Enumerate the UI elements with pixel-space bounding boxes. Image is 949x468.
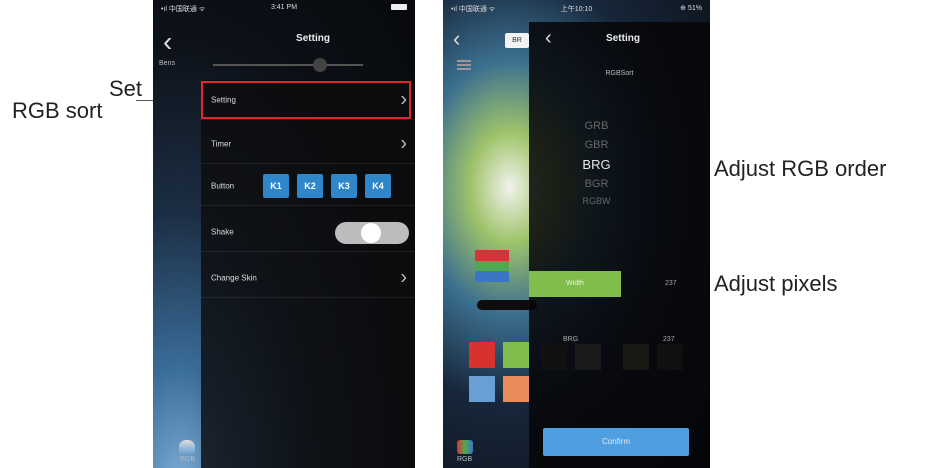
annotation-set: Set [108, 76, 142, 101]
pixel-value: 237 [665, 280, 677, 287]
tab-br[interactable]: BR [505, 33, 529, 48]
status-bar: •ıl 中国联通 ᯤ 上午10:10 ⊕ 51% [443, 4, 710, 16]
battery-status: ⊕ 51% [680, 5, 702, 12]
chevron-right-icon: › [400, 266, 407, 288]
option-grb[interactable]: GRB [529, 120, 664, 132]
option-bgr[interactable]: BGR [529, 178, 664, 190]
order-label: BRG [563, 336, 579, 343]
k4-button[interactable]: K4 [365, 174, 391, 198]
rgb-sort-overlay [529, 22, 710, 468]
row-shake-label: Shake [211, 227, 234, 236]
page-title: Setting [296, 33, 330, 44]
back-chevron-icon[interactable]: ‹ [163, 28, 172, 56]
brightness-slider-handle[interactable] [313, 58, 327, 72]
row-change-skin-label: Change Skin [211, 273, 257, 282]
k3-button[interactable]: K3 [331, 174, 357, 198]
preview-swatch-4 [657, 344, 683, 370]
annotation-rgb-sort: RGB sort [12, 98, 103, 123]
k1-button[interactable]: K1 [263, 174, 289, 198]
confirm-button[interactable]: Confirm [543, 428, 689, 456]
swatch-blue[interactable] [469, 376, 495, 402]
row-button: Button K1 K2 K3 K4 [201, 166, 415, 206]
shake-toggle[interactable] [335, 222, 409, 244]
option-brg-selected[interactable]: BRG [529, 157, 664, 172]
row-button-label: Button [211, 181, 235, 190]
row-shake: Shake [201, 212, 415, 252]
rgb-app-icon[interactable] [179, 440, 195, 454]
overlay-back-chevron-icon[interactable]: ‹ [545, 28, 552, 48]
rgb-chip-icon [475, 250, 509, 282]
chevron-right-icon: › [400, 132, 407, 154]
status-time: 3:41 PM [270, 4, 298, 11]
row-timer-label: Timer [211, 139, 232, 148]
rgb-app-icon[interactable] [457, 440, 473, 454]
status-time: 上午10:10 [560, 6, 593, 13]
bottom-icon-label: RGB [180, 456, 196, 463]
annotation-adjust-pixels: Adjust pixels [714, 271, 838, 296]
swatch-orange[interactable] [503, 376, 529, 402]
menu-icon[interactable] [457, 60, 471, 70]
rgb-sort-subtitle: RGBSort [605, 70, 634, 77]
phone-settings-screen: •ıl 中国联通 ᯤ 3:41 PM ‹ Setting Bens Settin… [153, 0, 415, 468]
brightness-slider-track[interactable] [213, 64, 363, 66]
setting-row-highlight [201, 81, 411, 119]
option-gbr[interactable]: GBR [529, 139, 664, 151]
preview-swatch-3 [623, 344, 649, 370]
phone-rgb-sort-screen: •ıl 中国联通 ᯤ 上午10:10 ⊕ 51% ‹ BR ‹ Setting … [443, 0, 710, 468]
dark-slider [477, 300, 537, 310]
order-value: 237 [663, 336, 675, 343]
slider-label: Bens [159, 60, 175, 67]
preview-swatch-2 [575, 344, 601, 370]
bottom-icon-label: RGB [457, 456, 473, 463]
swatch-green[interactable] [503, 342, 529, 368]
option-rgbw[interactable]: RGBW [529, 196, 664, 206]
status-bar: •ıl 中国联通 ᯤ 3:41 PM [153, 4, 415, 16]
k2-button[interactable]: K2 [297, 174, 323, 198]
preview-swatch-1 [541, 344, 567, 370]
back-chevron-icon[interactable]: ‹ [453, 28, 460, 50]
row-timer[interactable]: Timer › [201, 124, 415, 164]
battery-icon [391, 4, 407, 11]
overlay-title: Setting [606, 33, 640, 44]
annotation-adjust-rgb-order: Adjust RGB order [714, 156, 887, 181]
row-change-skin[interactable]: Change Skin › [201, 258, 415, 298]
pixel-width-bar[interactable]: Width [529, 271, 621, 297]
swatch-red[interactable] [469, 342, 495, 368]
toggle-knob [361, 223, 381, 243]
